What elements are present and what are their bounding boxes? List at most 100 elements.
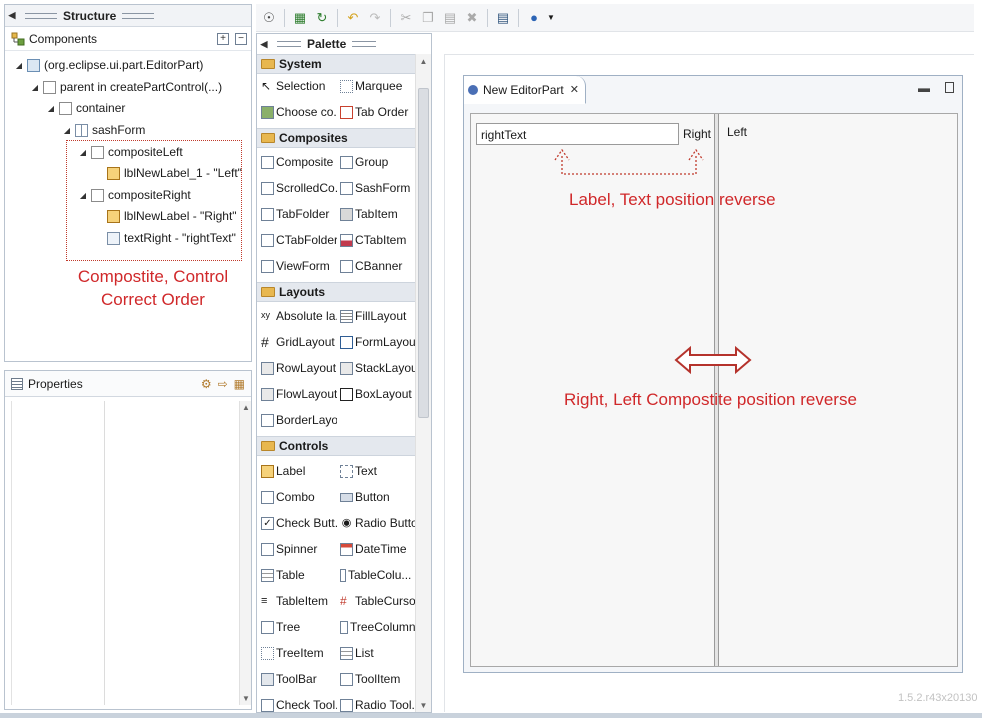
paste-icon[interactable]: ▤ [441,9,459,27]
palette-item-sashform[interactable]: SashForm [338,177,416,199]
palette-item-boxlayout[interactable]: BoxLayout [338,383,416,405]
minimize-icon[interactable]: ▬ [918,81,930,95]
palette-item-tablecursor[interactable]: # TableCursor [338,590,416,612]
palette-item-choose-component[interactable]: Choose co... [259,101,337,123]
copy-icon[interactable]: ❐ [419,9,437,27]
cut-icon[interactable]: ✂ [397,9,415,27]
externalize-strings-icon[interactable]: ▤ [494,9,512,27]
palette-item-text[interactable]: Text [338,460,416,482]
editor-part-preview[interactable]: New EditorPart ✕ ▬ rightText Right Left [463,75,963,673]
palette-item-borderlayout[interactable]: BorderLayo... [259,409,337,431]
label-right[interactable]: Right [683,127,711,141]
tabitem-icon [340,207,353,221]
palette-item-marquee[interactable]: Marquee [338,75,416,97]
redo-icon[interactable]: ↷ [366,9,384,27]
close-icon[interactable]: ✕ [570,83,579,96]
palette-category-layouts[interactable]: Layouts [257,282,415,302]
palette-scrollbar[interactable]: ▲ ▼ [415,54,431,712]
palette-item-tab-order[interactable]: Tab Order [338,101,416,123]
properties-scrollbar[interactable]: ▲ ▼ [239,401,251,705]
palette-item-group[interactable]: Group [338,151,416,173]
collapse-all-icon[interactable]: − [235,32,247,45]
collapse-arrow-icon[interactable]: ◀ [5,10,19,21]
delete-icon[interactable]: ✖ [463,9,481,27]
palette-item-combo[interactable]: Combo [259,486,337,508]
tree-item-editorpart[interactable]: ◢ (org.eclipse.ui.part.EditorPart) [13,55,203,75]
palette-item-datetime[interactable]: DateTime [338,538,416,560]
palette-item-selection[interactable]: ↖ Selection [259,75,337,97]
text-right-field[interactable]: rightText [476,123,679,145]
tree-item-parent[interactable]: ◢ parent in createPartControl(...) [29,77,222,97]
expand-arrow-icon[interactable]: ◢ [45,104,57,113]
show-events-icon[interactable]: ⚙ [201,377,212,391]
palette-item-tree[interactable]: Tree [259,616,337,638]
palette-item-filllayout[interactable]: FillLayout [338,305,416,327]
tree-icon [261,620,274,634]
palette-item-cbanner[interactable]: CBanner [338,255,416,277]
palette-category-composites[interactable]: Composites [257,128,415,148]
palette-item-label: Radio Button [355,516,416,530]
palette-item-composite[interactable]: Composite [259,151,337,173]
palette-item-treecolumn[interactable]: TreeColumn [338,616,416,638]
expand-arrow-icon[interactable]: ◢ [29,83,41,92]
reparse-icon[interactable]: ↻ [313,9,331,27]
palette-item-radio-button[interactable]: ◉Radio Button [338,512,416,534]
palette-item-label[interactable]: Label [259,460,337,482]
palette-item-table[interactable]: Table [259,564,337,586]
palette-item-label: TableCursor [355,594,416,608]
palette-item-ctabitem[interactable]: CTabItem [338,229,416,251]
palette-category-controls[interactable]: Controls [257,436,415,456]
palette-item-button[interactable]: Button [338,486,416,508]
palette-item-viewform[interactable]: ViewForm [259,255,337,277]
palette-titlebar[interactable]: ◀ Palette [257,34,431,54]
palette-item-tabfolder[interactable]: TabFolder [259,203,337,225]
palette-item-scrolledcomposite[interactable]: ScrolledCo... [259,177,337,199]
palette-item-treeitem[interactable]: TreeItem [259,642,337,664]
palette-item-check-button[interactable]: ✓Check Butt... [259,512,337,534]
scroll-down-icon[interactable]: ▼ [416,701,431,710]
expand-all-icon[interactable]: + [217,32,229,45]
show-advanced-icon[interactable]: ▦ [234,377,245,391]
palette-item-formlayout[interactable]: FormLayout [338,331,416,353]
expand-arrow-icon[interactable]: ◢ [61,126,73,135]
palette-item-gridlayout[interactable]: # GridLayout [259,331,337,353]
editor-tab[interactable]: New EditorPart ✕ [464,76,586,104]
palette-item-stacklayout[interactable]: StackLayout [338,357,416,379]
structure-titlebar[interactable]: ◀ Structure [5,5,251,27]
undo-icon[interactable]: ↶ [344,9,362,27]
palette-item-tabitem[interactable]: TabItem [338,203,416,225]
palette-item-tableitem[interactable]: ≡ TableItem [259,590,337,612]
scroll-up-icon[interactable]: ▲ [416,57,431,66]
palette-item-ctabfolder[interactable]: CTabFolder [259,229,337,251]
palette-item-flowlayout[interactable]: FlowLayout [259,383,337,405]
refresh-icon[interactable]: ▦ [291,9,309,27]
scroll-up-icon[interactable]: ▲ [240,403,252,412]
palette-item-tablecolumn[interactable]: TableColu... [338,564,416,586]
palette-item-list[interactable]: List [338,642,416,664]
palette-item-spinner[interactable]: Spinner [259,538,337,560]
label-left[interactable]: Left [727,125,747,139]
palette-item-absolute-layout[interactable]: xyAbsolute la... [259,305,337,327]
button-icon [340,492,353,502]
palette-item-check-toolitem[interactable]: Check Tool... [259,694,337,712]
palette-category-system[interactable]: System [257,54,415,74]
scroll-down-icon[interactable]: ▼ [240,694,252,703]
goto-definition-icon[interactable]: ⇨ [218,377,228,391]
dropdown-arrow-icon[interactable]: ▼ [547,9,555,27]
palette-item-rowlayout[interactable]: RowLayout [259,357,337,379]
properties-icon [11,377,23,390]
expand-arrow-icon[interactable]: ◢ [13,61,25,70]
globe-icon[interactable]: ● [525,9,543,27]
scrollbar-thumb[interactable] [418,88,429,418]
tree-item-sashform[interactable]: ◢ sashForm [61,120,145,140]
collapse-arrow-icon[interactable]: ◀ [257,39,271,50]
properties-grid[interactable] [11,401,241,705]
properties-title: Properties [28,376,83,391]
palette-item-radio-toolitem[interactable]: Radio Tool... [338,694,416,712]
maximize-icon[interactable] [945,82,954,93]
palette-item-toolbar[interactable]: ToolBar [259,668,337,690]
test-ui-icon[interactable]: ☉ [260,9,278,27]
combo-icon [261,490,274,504]
tree-item-container[interactable]: ◢ container [45,98,125,118]
palette-item-toolitem[interactable]: ToolItem [338,668,416,690]
